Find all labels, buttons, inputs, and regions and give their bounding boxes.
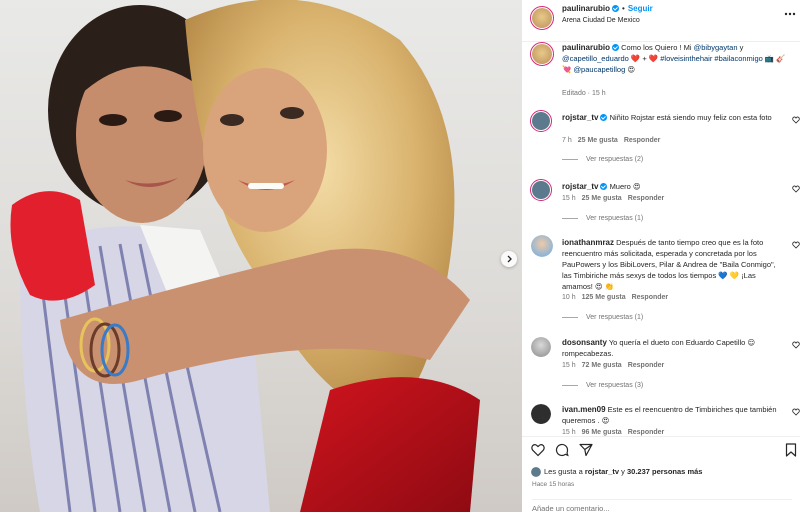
caption-emoji: ❤️ + ❤️: [628, 54, 659, 63]
comment-meta: 7 h 25 Me gusta Responder: [562, 137, 666, 144]
author-username[interactable]: paulinarubio: [562, 4, 610, 13]
post-photo[interactable]: [0, 0, 522, 512]
post-location[interactable]: Arena Ciudad De Mexico: [562, 17, 640, 24]
hashtag-links[interactable]: #loveisinthehair #bailaconmigo: [660, 54, 763, 63]
view-replies-button[interactable]: Ver respuestas (1): [562, 314, 643, 321]
comment-time: 15 h: [562, 195, 576, 202]
comment-username[interactable]: ivan.men09: [562, 405, 606, 414]
comment-avatar[interactable]: [531, 337, 551, 357]
likes-connector: y: [619, 467, 627, 476]
comment-like-icon[interactable]: [792, 408, 800, 416]
liked-by-username[interactable]: rojstar_tv: [585, 467, 619, 476]
comment-meta: 15 h 96 Me gusta Responder: [562, 429, 670, 436]
comment-avatar[interactable]: [531, 404, 551, 424]
comment-likes[interactable]: 125 Me gusta: [582, 294, 626, 301]
verified-icon: [612, 44, 619, 51]
comment-text: ivan.men09 Este es el reencuentro de Tim…: [562, 404, 786, 426]
separator-dot: •: [622, 4, 625, 13]
mention-link[interactable]: @capetillo_eduardo: [562, 54, 629, 63]
caption-edited-time: Editado · 15 h: [562, 90, 606, 97]
comment-username[interactable]: dosonsanty: [562, 338, 607, 347]
verified-icon: [612, 5, 619, 12]
comment-likes[interactable]: 25 Me gusta: [578, 137, 618, 144]
chevron-right-icon: [507, 255, 512, 263]
verified-icon: [600, 183, 608, 190]
comment-username[interactable]: rojstar_tv: [562, 113, 598, 122]
comment-text: ionathanmraz Después de tanto tiempo cre…: [562, 237, 786, 292]
reply-button[interactable]: Responder: [628, 362, 665, 369]
add-comment-input[interactable]: Añade un comentario...: [532, 499, 792, 512]
comment-meta: 15 h 25 Me gusta Responder: [562, 195, 670, 202]
post-header: paulinarubio • Seguir Arena Ciudad De Mexi…: [522, 0, 800, 42]
liked-by-avatar[interactable]: [531, 467, 541, 477]
likes-count[interactable]: 30.237 personas más: [627, 467, 702, 476]
more-options-icon[interactable]: [784, 12, 796, 16]
comment-meta: 10 h 125 Me gusta Responder: [562, 294, 674, 301]
mention-link[interactable]: @paucapetillog: [573, 65, 625, 74]
post-actions: Les gusta a rojstar_tv y 30.237 personas…: [522, 436, 800, 512]
mention-link[interactable]: @bibygaytan: [694, 43, 738, 52]
comment-username[interactable]: ionathanmraz: [562, 238, 614, 247]
comment-icon[interactable]: [555, 443, 569, 457]
post-time-ago: Hace 15 horas: [532, 481, 575, 488]
reply-button[interactable]: Responder: [628, 429, 665, 436]
author-avatar[interactable]: [530, 6, 554, 30]
comment-avatar[interactable]: [530, 110, 552, 132]
comment-likes[interactable]: 96 Me gusta: [582, 429, 622, 436]
comment-like-icon[interactable]: [792, 241, 800, 249]
comments-list[interactable]: paulinarubio Como los Quiero ! Mi @bibyg…: [522, 42, 800, 436]
comment-meta: 15 h 72 Me gusta Responder: [562, 362, 670, 369]
caption-username[interactable]: paulinarubio: [562, 43, 610, 52]
comment-time: 15 h: [562, 429, 576, 436]
comment-username[interactable]: rojstar_tv: [562, 182, 598, 191]
comment-time: 10 h: [562, 294, 576, 301]
caption-meta: Editado · 15 h: [562, 90, 612, 97]
comment-time: 15 h: [562, 362, 576, 369]
comment-body: Niñito Rojstar está siendo muy feliz con…: [609, 113, 772, 122]
comment-like-icon[interactable]: [792, 116, 800, 124]
view-replies-button[interactable]: Ver respuestas (1): [562, 215, 643, 222]
comment-text: rojstar_tv Muero 😍: [562, 181, 786, 192]
caption-author-avatar[interactable]: [530, 42, 554, 66]
view-replies-button[interactable]: Ver respuestas (3): [562, 382, 643, 389]
likes-summary[interactable]: Les gusta a rojstar_tv y 30.237 personas…: [544, 467, 702, 476]
reply-button[interactable]: Responder: [624, 137, 661, 144]
save-icon[interactable]: [784, 443, 798, 457]
comment-avatar[interactable]: [530, 179, 552, 201]
comment-body: Muero 😍: [609, 182, 641, 191]
comment-time: 7 h: [562, 137, 572, 144]
likes-prefix: Les gusta a: [544, 467, 585, 476]
caption-text: paulinarubio Como los Quiero ! Mi @bibyg…: [562, 42, 786, 75]
comment-text: rojstar_tv Niñito Rojstar está siendo mu…: [562, 112, 786, 123]
verified-icon: [600, 114, 608, 121]
comment-text: dosonsanty Yo quería el dueto con Eduard…: [562, 337, 786, 359]
follow-button[interactable]: Seguir: [628, 4, 653, 13]
comment-like-icon[interactable]: [792, 185, 800, 193]
post-side-panel: paulinarubio • Seguir Arena Ciudad De Mexi…: [522, 0, 800, 512]
reply-button[interactable]: Responder: [632, 294, 669, 301]
photo-illustration: [10, 0, 480, 512]
view-replies-button[interactable]: Ver respuestas (2): [562, 156, 643, 163]
comment-avatar[interactable]: [531, 235, 553, 257]
caption-text-part: Como los Quiero ! Mi: [621, 43, 694, 52]
carousel-next-button[interactable]: [501, 251, 517, 267]
caption-text-part: y: [737, 43, 744, 52]
caption-emoji: 😍: [625, 65, 636, 74]
like-icon[interactable]: [531, 443, 545, 457]
comment-like-icon[interactable]: [792, 341, 800, 349]
comment-likes[interactable]: 72 Me gusta: [582, 362, 622, 369]
reply-button[interactable]: Responder: [628, 195, 665, 202]
share-icon[interactable]: [579, 443, 593, 457]
comment-likes[interactable]: 25 Me gusta: [582, 195, 622, 202]
